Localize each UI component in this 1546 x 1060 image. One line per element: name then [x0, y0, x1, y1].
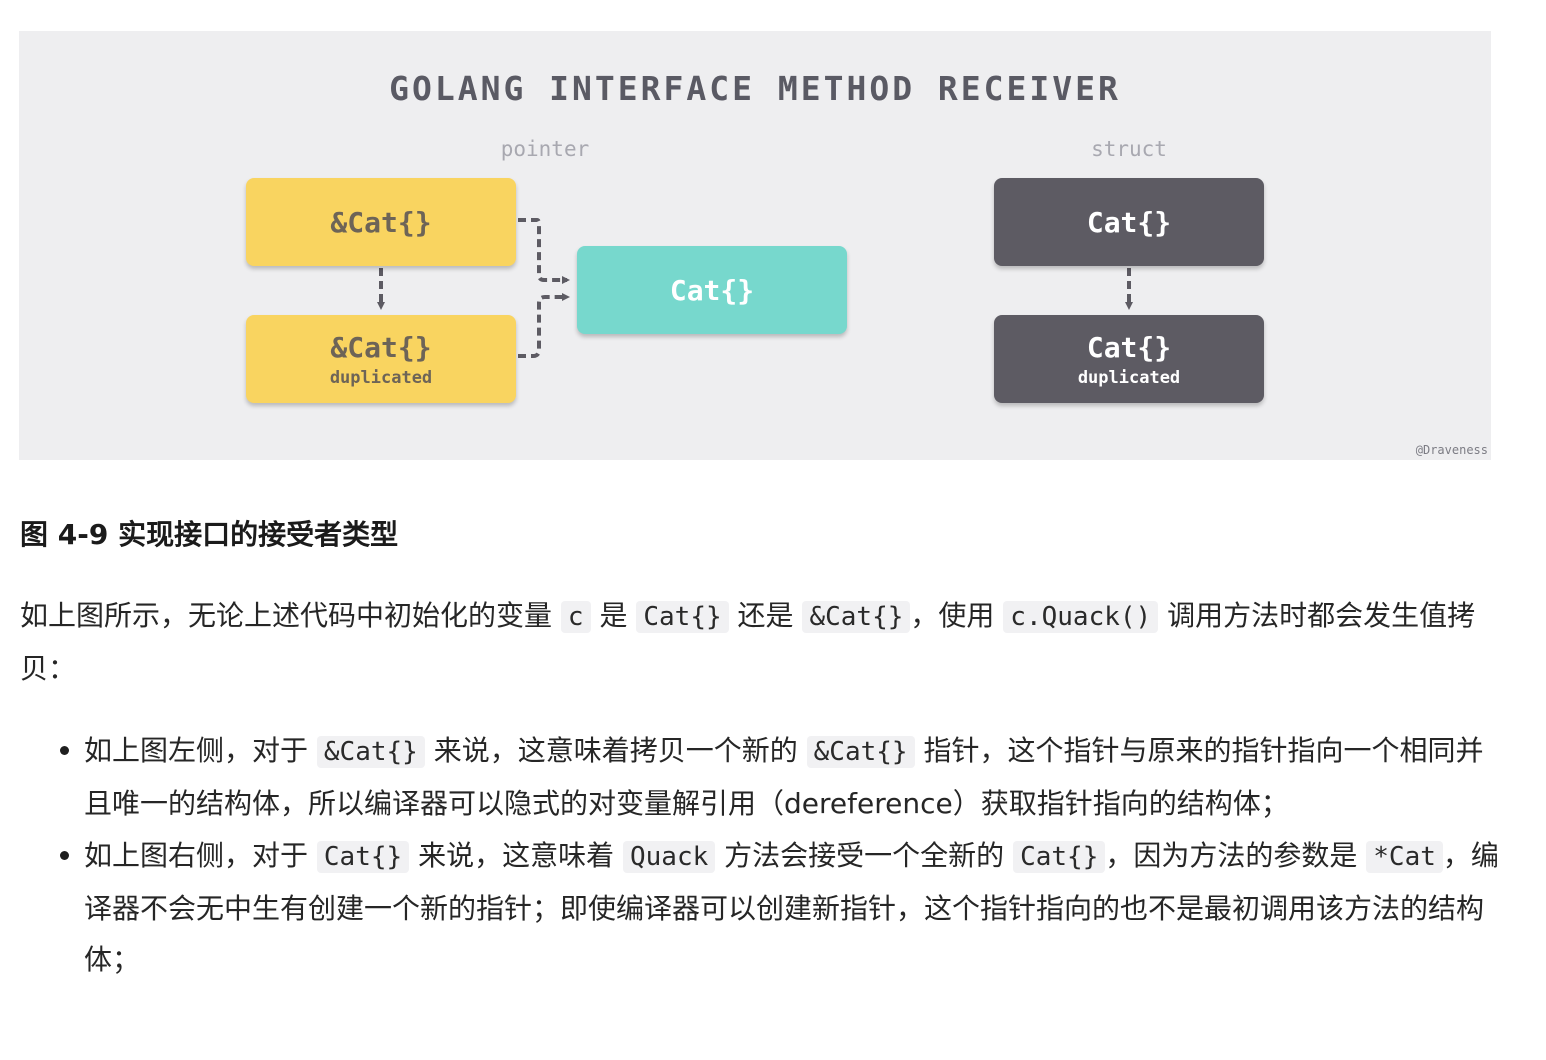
struct-box: Cat{}	[994, 178, 1264, 266]
inline-code: c	[560, 601, 591, 633]
text-span: 还是	[728, 599, 803, 632]
body-paragraph: 如上图所示，无论上述代码中初始化的变量 c 是 Cat{} 还是 &Cat{}，…	[20, 590, 1510, 695]
text-span: 如上图右侧，对于	[84, 839, 317, 872]
inline-code: &Cat{}	[806, 736, 915, 768]
figure-caption: 图 4-9 实现接口的接受者类型	[20, 518, 399, 551]
inline-code: Quack	[623, 841, 716, 873]
explanation-list: 如上图左侧，对于 &Cat{} 来说，这意味着拷贝一个新的 &Cat{} 指针，…	[60, 725, 1504, 986]
inline-code: &Cat{}	[316, 736, 425, 768]
text-span: 来说，这意味着拷贝一个新的	[424, 734, 807, 767]
arrow-dup-to-target	[518, 293, 570, 358]
text-span: 如上图所示，无论上述代码中初始化的变量	[20, 599, 561, 632]
pointer-duplicated-label: &Cat{}	[330, 330, 432, 364]
inline-code: Cat{}	[1013, 841, 1106, 873]
list-item: 如上图右侧，对于 Cat{} 来说，这意味着 Quack 方法会接受一个全新的 …	[60, 830, 1504, 985]
text-span: ，使用	[910, 599, 1004, 632]
pointer-box-label: &Cat{}	[330, 205, 432, 239]
receiver-diagram: GOLANG INTERFACE METHOD RECEIVER pointer…	[19, 31, 1491, 460]
text-span: 如上图左侧，对于	[84, 734, 317, 767]
diagram-credit: @Draveness	[1415, 443, 1488, 457]
pointer-box: &Cat{}	[246, 178, 516, 266]
target-struct-label: Cat{}	[669, 273, 755, 307]
list-item: 如上图左侧，对于 &Cat{} 来说，这意味着拷贝一个新的 &Cat{} 指针，…	[60, 725, 1504, 829]
inline-code: Cat{}	[636, 601, 729, 633]
inline-code: &Cat{}	[802, 601, 911, 633]
target-struct-box: Cat{}	[577, 246, 847, 334]
struct-duplicated-label: Cat{}	[1086, 330, 1172, 364]
inline-code: *Cat	[1366, 841, 1443, 873]
inline-code: Cat{}	[316, 841, 410, 873]
struct-box-label: Cat{}	[1086, 205, 1172, 239]
struct-duplicated-box: Cat{} duplicated	[994, 315, 1264, 403]
struct-duplicated-sublabel: duplicated	[1077, 367, 1181, 388]
pointer-duplicated-box: &Cat{} duplicated	[246, 315, 516, 403]
pointer-duplicated-sublabel: duplicated	[329, 367, 433, 388]
text-span: 是	[590, 599, 637, 632]
text-span: 来说，这意味着	[409, 839, 623, 872]
inline-code: c.Quack()	[1003, 601, 1159, 633]
text-span: ，因为方法的参数是	[1105, 839, 1367, 872]
text-span: 方法会接受一个全新的	[715, 839, 1014, 872]
arrow-pointer-to-target	[518, 218, 570, 284]
